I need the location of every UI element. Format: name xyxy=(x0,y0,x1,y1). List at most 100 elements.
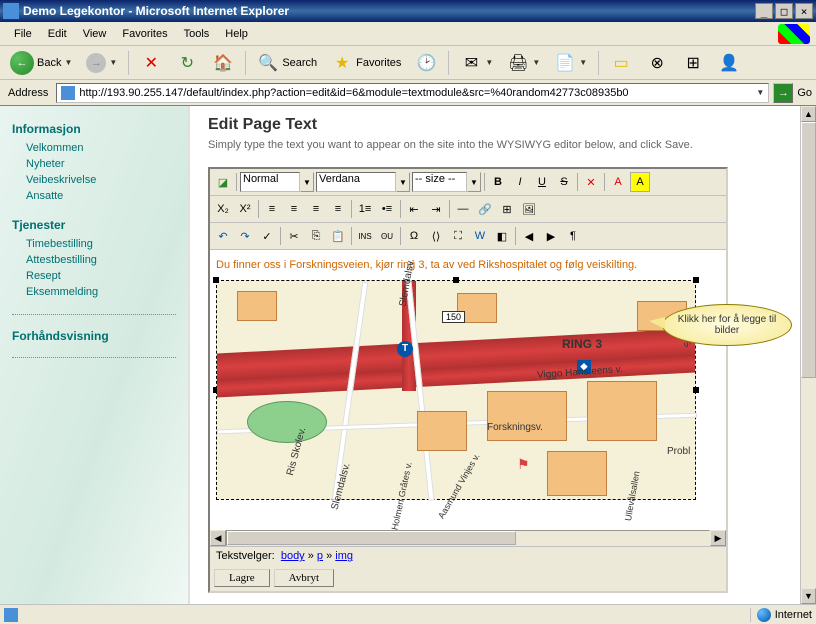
back-button[interactable]: ← Back ▼ xyxy=(4,47,78,79)
security-zone: Internet xyxy=(750,608,812,622)
url-input[interactable]: http://193.90.255.147/default/index.php?… xyxy=(56,83,769,103)
ul-button[interactable]: •≡ xyxy=(377,199,397,219)
forward-button[interactable]: → ▼ xyxy=(80,49,123,77)
table-button[interactable]: ⊞ xyxy=(497,199,517,219)
editor-paragraph[interactable]: Du finner oss i Forskningsveien, kjør ri… xyxy=(216,257,720,274)
font-select[interactable]: Verdana▼ xyxy=(316,172,410,192)
sidebar-item-ansatte[interactable]: Ansatte xyxy=(12,188,176,204)
ins-button[interactable]: INS xyxy=(355,226,375,246)
minimize-button[interactable]: _ xyxy=(755,3,773,19)
format-select[interactable]: Normal▼ xyxy=(240,172,314,192)
editor-content[interactable]: Du finner oss i Forskningsveien, kjør ri… xyxy=(210,250,726,530)
align-center-button[interactable]: ≡ xyxy=(284,199,304,219)
fullscreen-button[interactable]: ⛶ xyxy=(448,226,468,246)
chevron-down-icon: ▼ xyxy=(109,58,117,67)
sidebar-item-eksemmelding[interactable]: Eksemmelding xyxy=(12,284,176,300)
sup-button[interactable]: X² xyxy=(235,199,255,219)
align-left-button[interactable]: ≡ xyxy=(262,199,282,219)
ou-button[interactable]: ʘU xyxy=(377,226,397,246)
bold-button[interactable]: B xyxy=(488,172,508,192)
align-justify-button[interactable]: ≡ xyxy=(328,199,348,219)
path-p[interactable]: p xyxy=(317,550,323,562)
favorites-button[interactable]: ★ Favorites xyxy=(325,48,407,78)
bg-color-button[interactable]: A xyxy=(630,172,650,192)
sub-button[interactable]: X₂ xyxy=(213,199,233,219)
sidebar-item-attestbestilling[interactable]: Attestbestilling xyxy=(12,252,176,268)
menu-tools[interactable]: Tools xyxy=(176,24,218,44)
strike-button[interactable]: S xyxy=(554,172,574,192)
sidebar-item-timebestilling[interactable]: Timebestilling xyxy=(12,236,176,252)
mail-button[interactable]: ✉▼ xyxy=(454,48,499,78)
sidebar-item-veibeskrivelse[interactable]: Veibeskrivelse xyxy=(12,172,176,188)
copy-button[interactable]: ⎘ xyxy=(306,226,326,246)
cancel-button[interactable]: Avbryt xyxy=(274,569,334,587)
underline-button[interactable]: U xyxy=(532,172,552,192)
chevron-down-icon[interactable]: ▼ xyxy=(756,88,764,97)
indent-button[interactable]: ⇥ xyxy=(426,199,446,219)
sidebar-item-forhandsvisning[interactable]: Forhåndsvisning xyxy=(12,329,176,343)
discuss-button[interactable]: ▭ xyxy=(604,48,638,78)
source-button[interactable]: ⟨⟩ xyxy=(426,226,446,246)
stop-button[interactable]: ✕ xyxy=(134,48,168,78)
history-button[interactable]: 🕑 xyxy=(409,48,443,78)
path-body[interactable]: body xyxy=(281,550,305,562)
scroll-left-icon[interactable]: ◀ xyxy=(210,530,226,546)
paragraph-button[interactable]: ¶ xyxy=(563,226,583,246)
menu-file[interactable]: File xyxy=(6,24,40,44)
toolbar-button[interactable]: ⊞ xyxy=(676,48,710,78)
edit-button[interactable]: 📄▼ xyxy=(548,48,593,78)
save-button[interactable]: Lagre xyxy=(214,569,270,587)
size-select[interactable]: -- size --▼ xyxy=(412,172,481,192)
sidebar-item-velkommen[interactable]: Velkommen xyxy=(12,140,176,156)
window-title: Demo Legekontor - Microsoft Internet Exp… xyxy=(23,4,755,18)
hr-button[interactable]: — xyxy=(453,199,473,219)
page-vscroll[interactable]: ▲ ▼ xyxy=(800,106,816,604)
sidebar-item-resept[interactable]: Resept xyxy=(12,268,176,284)
map-label-aasmund: Aasmund Vinjes v. xyxy=(436,451,482,520)
search-button[interactable]: 🔍 Search xyxy=(251,48,323,78)
menu-edit[interactable]: Edit xyxy=(40,24,75,44)
undo-button[interactable]: ↶ xyxy=(213,226,233,246)
menu-help[interactable]: Help xyxy=(217,24,256,44)
menu-favorites[interactable]: Favorites xyxy=(114,24,175,44)
paste-button[interactable]: 📋 xyxy=(328,226,348,246)
editor-toolbar-1: ◪ Normal▼ Verdana▼ -- size --▼ B I U S ✕ xyxy=(210,169,726,196)
outdent-button[interactable]: ⇤ xyxy=(404,199,424,219)
spell-button[interactable]: ✓ xyxy=(257,226,277,246)
editor-hscroll[interactable]: ◀ ▶ xyxy=(210,530,726,546)
word-button[interactable]: W xyxy=(470,226,490,246)
prev-button[interactable]: ◀ xyxy=(519,226,539,246)
clean-button[interactable]: ◧ xyxy=(492,226,512,246)
ol-button[interactable]: 1≡ xyxy=(355,199,375,219)
search-label: Search xyxy=(282,57,317,69)
generic-icon: ⊞ xyxy=(682,52,704,74)
sidebar-item-nyheter[interactable]: Nyheter xyxy=(12,156,176,172)
globe-icon xyxy=(757,608,771,622)
text-color-button[interactable]: A xyxy=(608,172,628,192)
refresh-button[interactable]: ↻ xyxy=(170,48,204,78)
link-button[interactable]: 🔗 xyxy=(475,199,495,219)
maximize-button[interactable]: □ xyxy=(775,3,793,19)
cut-button[interactable]: ✂ xyxy=(284,226,304,246)
image-button[interactable]: 🖼 xyxy=(519,199,539,219)
close-button[interactable]: × xyxy=(795,3,813,19)
editor-logo-icon[interactable]: ◪ xyxy=(213,172,233,192)
redo-button[interactable]: ↷ xyxy=(235,226,255,246)
go-button[interactable]: → xyxy=(773,83,793,103)
go-label: Go xyxy=(797,87,812,99)
research-button[interactable]: ⊗ xyxy=(640,48,674,78)
next-button[interactable]: ▶ xyxy=(541,226,561,246)
map-image[interactable]: T ◆ ⚑ 150 RING 3 Viggo Hansteens v. Fors… xyxy=(216,280,696,500)
home-button[interactable]: 🏠 xyxy=(206,48,240,78)
align-right-button[interactable]: ≡ xyxy=(306,199,326,219)
scroll-down-icon[interactable]: ▼ xyxy=(801,588,816,604)
remove-format-button[interactable]: ✕ xyxy=(581,172,601,192)
char-button[interactable]: Ω xyxy=(404,226,424,246)
messenger-button[interactable]: 👤 xyxy=(712,48,746,78)
italic-button[interactable]: I xyxy=(510,172,530,192)
print-button[interactable]: 🖨▼ xyxy=(501,48,546,78)
scroll-right-icon[interactable]: ▶ xyxy=(710,530,726,546)
path-img[interactable]: img xyxy=(335,550,353,562)
scroll-up-icon[interactable]: ▲ xyxy=(801,106,816,122)
menu-view[interactable]: View xyxy=(75,24,115,44)
